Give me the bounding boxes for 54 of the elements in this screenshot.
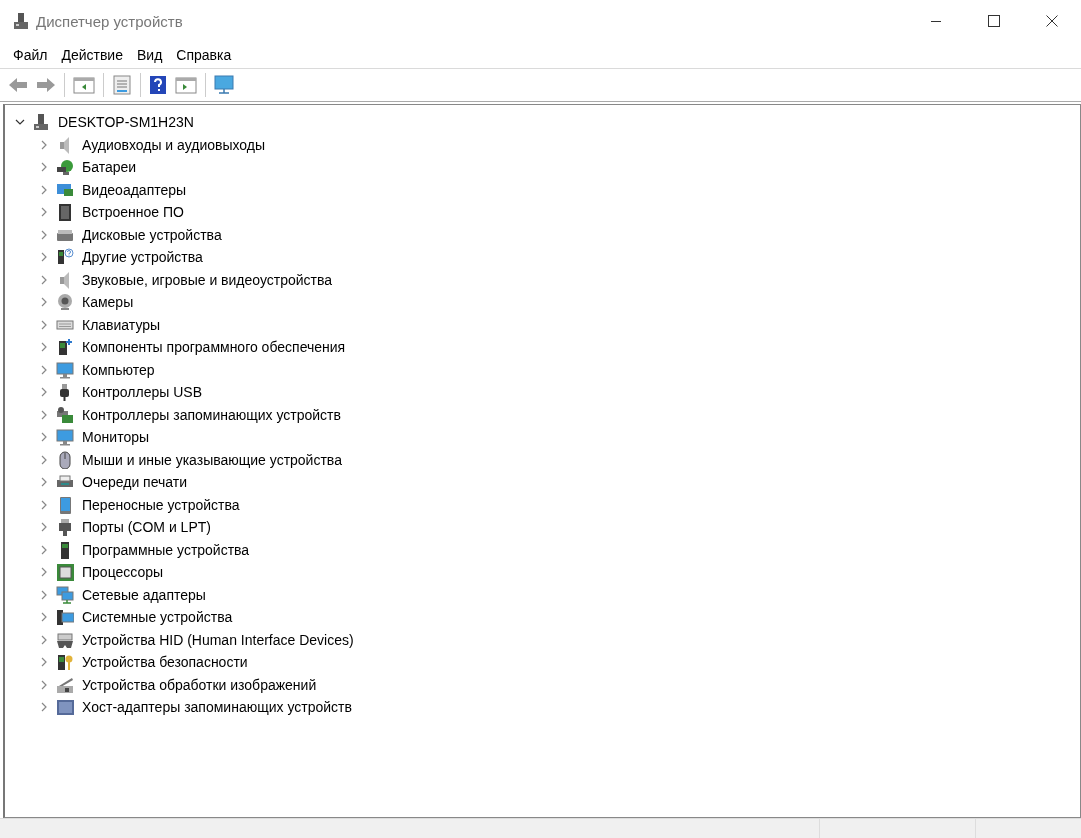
tree-item[interactable]: Порты (COM и LPT) xyxy=(82,519,211,536)
app-icon xyxy=(14,13,28,29)
tree-item[interactable]: Очереди печати xyxy=(82,474,188,491)
hid-device-icon xyxy=(56,630,74,649)
host-adapter-icon xyxy=(56,698,74,717)
window-title: Диспетчер устройств xyxy=(36,12,184,30)
tree-item[interactable]: Сетевые адаптеры xyxy=(82,586,206,603)
scanner-icon xyxy=(56,675,74,694)
tree-item[interactable]: Встроенное ПО xyxy=(82,204,184,221)
tree-item[interactable]: Контроллеры запоминающих устройств xyxy=(82,406,341,423)
tree-item[interactable]: Аудиовходы и аудиовыходы xyxy=(82,136,266,153)
pc-tower-icon xyxy=(32,113,50,132)
webcam-icon xyxy=(56,293,74,312)
tree-item[interactable]: Клавиатуры xyxy=(82,316,161,333)
mouse-icon xyxy=(56,450,74,469)
tree-item[interactable]: Устройства безопасности xyxy=(82,654,248,671)
tree-item[interactable]: Компоненты программного обеспечения xyxy=(82,339,346,356)
menu-item[interactable]: Действие xyxy=(54,47,130,63)
menu-item[interactable]: Вид xyxy=(129,47,170,63)
battery-icon xyxy=(56,158,74,177)
network-adapter-icon xyxy=(56,585,74,604)
close-icon xyxy=(1046,15,1058,27)
tree-item[interactable]: Контроллеры USB xyxy=(82,384,202,401)
tree-item[interactable]: Программные устройства xyxy=(82,541,250,558)
tree-item[interactable]: Мониторы xyxy=(82,429,150,446)
tree-item[interactable]: Хост-адаптеры запоминающих устройств xyxy=(82,699,352,716)
tree-item[interactable]: Системные устройства xyxy=(82,609,233,626)
tree-item[interactable]: Дисковые устройства xyxy=(82,226,222,243)
tree-item[interactable]: Камеры xyxy=(82,294,134,311)
software-component-icon xyxy=(56,338,74,357)
menu-item[interactable]: Файл xyxy=(6,47,55,63)
minimize-icon xyxy=(930,20,942,22)
storage-controller-icon xyxy=(56,405,74,424)
tree-item[interactable]: DESKTOP-SM1H23N xyxy=(58,114,194,131)
tree-item[interactable]: Устройства HID (Human Interface Devices) xyxy=(82,631,354,648)
tree-item[interactable]: Звуковые, игровые и видеоустройства xyxy=(82,271,333,288)
processor-icon xyxy=(56,563,74,582)
maximize-icon xyxy=(988,15,1000,27)
tree-item[interactable]: Переносные устройства xyxy=(82,496,240,513)
tree-item[interactable]: Другие устройства xyxy=(82,249,203,266)
tree-item[interactable]: Видеоадаптеры xyxy=(82,181,187,198)
tree-item[interactable]: Устройства обработки изображений xyxy=(82,676,317,693)
security-device-icon xyxy=(56,653,74,672)
tree-item[interactable]: Мыши и иные указывающие устройства xyxy=(82,451,342,468)
system-devices-icon xyxy=(56,608,74,627)
unknown-device-icon xyxy=(56,248,74,267)
menu-item[interactable]: Справка xyxy=(169,47,239,63)
monitor-icon xyxy=(56,428,74,447)
monitor-icon xyxy=(56,360,74,379)
tree-item[interactable]: Процессоры xyxy=(82,564,164,581)
chip-icon xyxy=(56,203,74,222)
tree-item[interactable]: Компьютер xyxy=(82,361,155,378)
port-connector-icon xyxy=(56,518,74,537)
tree-item[interactable]: Батареи xyxy=(82,159,137,176)
